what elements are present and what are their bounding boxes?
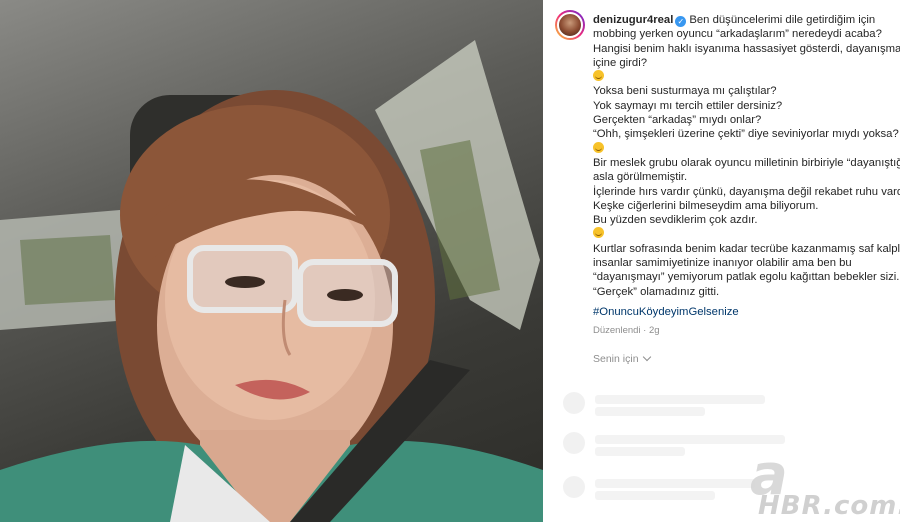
username-link[interactable]: denizugur4real	[593, 14, 673, 26]
grin-emoji-icon	[593, 141, 604, 153]
post-meta: Düzenlendi · 2g	[593, 325, 660, 337]
caption-emoji-line	[593, 70, 898, 84]
caption-line: “Gerçek” olamadınız gitti.	[593, 285, 720, 298]
caption-line: Yoksa beni susturmaya mı çalıştılar?	[593, 85, 777, 98]
post-side-panel: denizugur4real ✓ Ben düşüncelerimi dile ge…	[543, 0, 900, 522]
for-you-dropdown[interactable]: Senin için	[593, 352, 651, 365]
caption-line: İçlerinde hırs vardır çünkü, dayanışma d…	[593, 185, 900, 198]
post-time[interactable]: 2g	[649, 325, 660, 336]
caption-line: “Ohh, şimşekleri üzerine çekti” diye sev…	[593, 128, 899, 141]
grin-emoji-icon	[593, 227, 604, 239]
caption-line: mobbing yerken oyuncu “arkadaşlarım” ner…	[593, 28, 882, 41]
verified-badge-icon: ✓	[675, 16, 687, 27]
watermark-text: HBR.com.tr	[758, 491, 900, 521]
caption-line: “dayanışmayı” yemiyorum patlak egolu kağ…	[593, 271, 900, 284]
chevron-down-icon	[642, 352, 651, 362]
post-caption: denizugur4real ✓ Ben düşüncelerimi dile ge…	[593, 13, 900, 339]
caption-line: Ben düşüncelerimi dile getirdiğim için	[689, 14, 876, 26]
for-you-label: Senin için	[593, 353, 639, 365]
caption-emoji-line	[593, 141, 898, 156]
edited-label: Düzenlendi	[593, 325, 641, 337]
profile-avatar[interactable]	[555, 10, 585, 40]
caption-line: Bir meslek grubu olarak oyuncu milletini…	[593, 156, 900, 169]
caption-line: insanlar samimiyetinize inanıyor olabili…	[593, 257, 852, 270]
caption-line: Hangisi benim haklı isyanıma hassasiyet …	[593, 42, 900, 55]
comment-placeholder	[563, 392, 883, 416]
hashtag-link[interactable]: #OnuncuKöydeyimGelsenize	[593, 305, 898, 319]
caption-emoji-line	[593, 227, 898, 241]
caption-line: Keşke ciğerlerini bilmeseydim ama biliyo…	[593, 199, 819, 212]
post-photo[interactable]	[0, 0, 543, 522]
caption-line: asla görülmemiştir.	[593, 171, 688, 184]
caption-line: Kurtlar sofrasında benim kadar tecrübe k…	[593, 242, 900, 255]
grin-emoji-icon	[593, 70, 604, 82]
caption-line: Gerçekten “arkadaş” mıydı onlar?	[593, 114, 762, 127]
caption-line: Yok saymayı mı tercih ettiler dersiniz?	[593, 99, 783, 112]
selfie-illustration	[0, 40, 543, 522]
watermark-logo: a HBR.com.tr	[722, 448, 900, 522]
caption-line: Bu yüzden sevdiklerim çok azdır.	[593, 214, 758, 227]
caption-line: içine girdi?	[593, 56, 648, 69]
